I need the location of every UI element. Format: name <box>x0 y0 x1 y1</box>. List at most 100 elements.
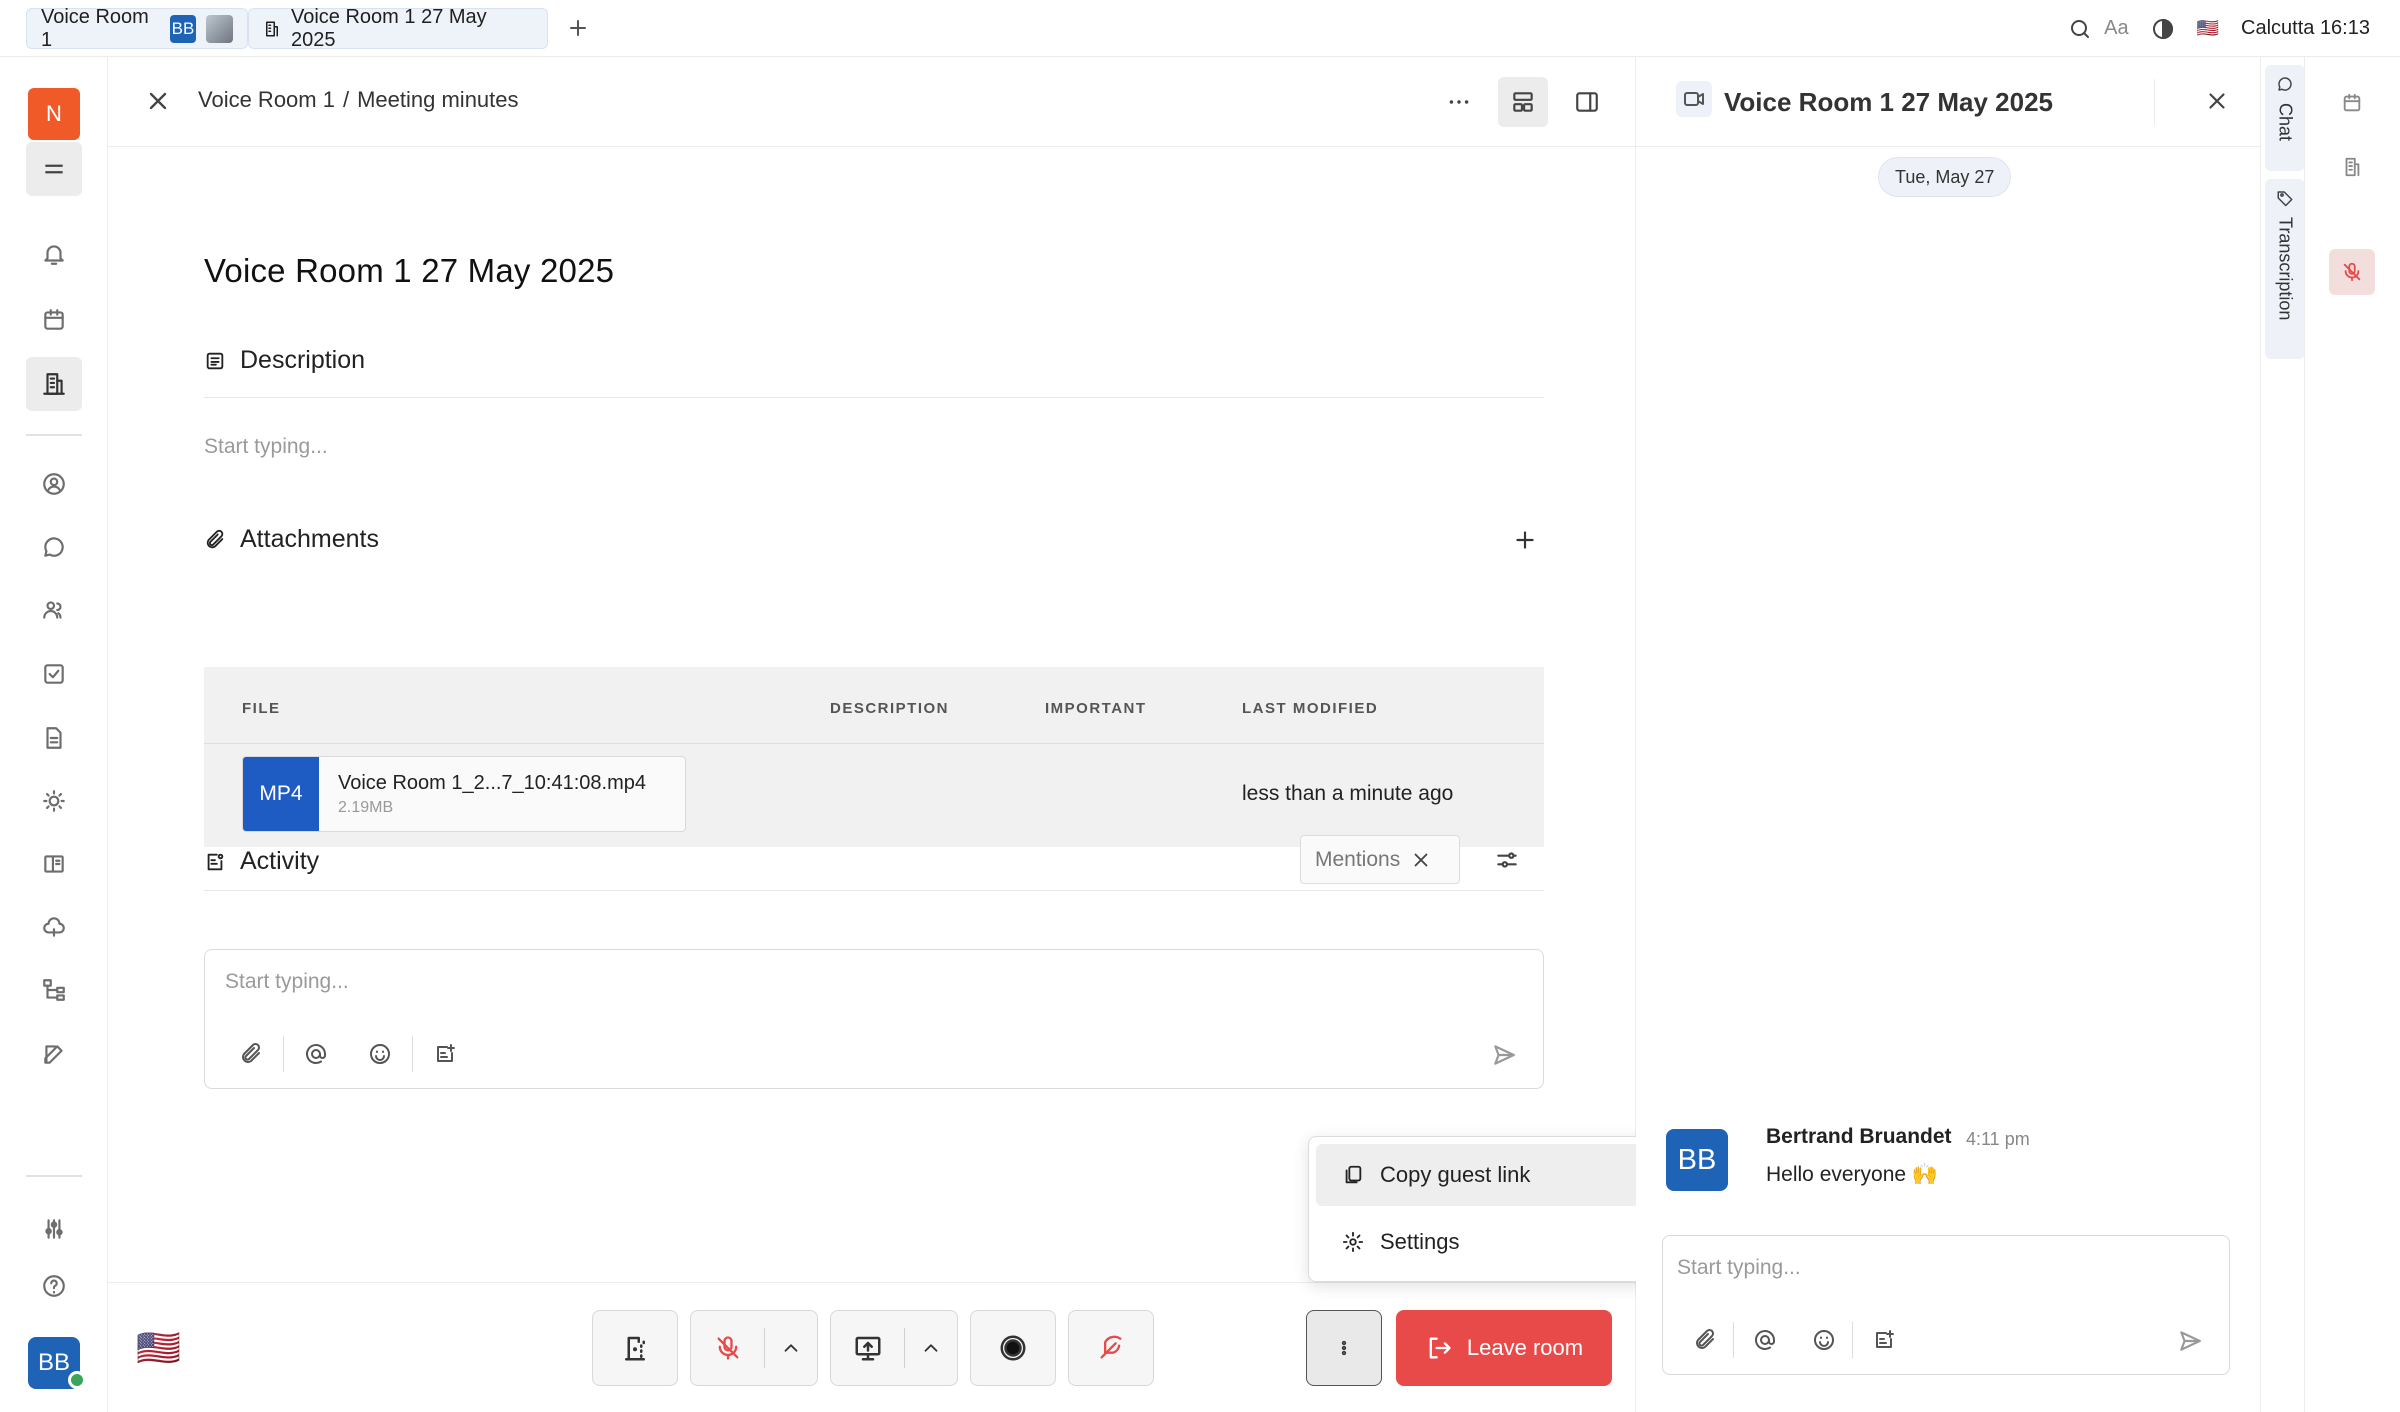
clock: 16:13 <box>2319 17 2370 39</box>
leave-room-button[interactable]: Leave room <box>1396 1310 1612 1386</box>
sun-icon[interactable] <box>26 774 82 828</box>
new-tab-plus-icon[interactable] <box>566 16 590 40</box>
tasks-checkbox-icon[interactable] <box>26 647 82 701</box>
copy-guest-link-menu-item[interactable]: Copy guest link <box>1316 1144 1678 1206</box>
tab-meeting-minutes[interactable]: Voice Room 1 27 May 2025 <box>248 6 548 51</box>
bell-icon[interactable] <box>26 227 82 281</box>
top-bar: Voice Room 1 BB Voice Room 1 27 May 2025… <box>0 0 2400 57</box>
more-options-icon[interactable] <box>1434 77 1484 127</box>
book-icon[interactable] <box>26 837 82 891</box>
screen-share-icon[interactable] <box>831 1311 904 1385</box>
close-icon[interactable] <box>144 87 172 115</box>
breadcrumb-separator: / <box>342 87 350 112</box>
avatar[interactable]: BB <box>1666 1129 1728 1191</box>
us-flag-icon[interactable]: 🇺🇸 <box>2197 18 2219 39</box>
mentions-filter-chip[interactable]: Mentions <box>1300 835 1460 884</box>
send-icon[interactable] <box>2177 1328 2203 1354</box>
message-time: 4:11 pm <box>1966 1129 2030 1149</box>
insert-item-icon[interactable] <box>413 1032 477 1076</box>
chat-panel: Voice Room 1 27 May 2025 Tue, May 27 BB … <box>1636 57 2260 1412</box>
column-header-file[interactable]: FILE <box>242 700 281 717</box>
message-author[interactable]: Bertrand Bruandet <box>1766 1125 1952 1149</box>
font-size-button[interactable]: Aa <box>2104 17 2128 40</box>
description-input[interactable]: Start typing... <box>204 435 328 459</box>
tab-voice-room[interactable]: Voice Room 1 BB <box>26 5 248 51</box>
breadcrumb-room[interactable]: Voice Room 1 <box>198 87 335 113</box>
side-panel-icon[interactable] <box>1562 77 1612 127</box>
attach-paperclip-icon[interactable] <box>219 1032 283 1076</box>
sidebar-divider <box>26 1175 82 1177</box>
attach-paperclip-icon[interactable] <box>1677 1318 1733 1362</box>
message-input[interactable]: Start typing... <box>225 970 349 994</box>
contrast-icon[interactable] <box>2151 17 2175 41</box>
chat-bubble-icon <box>2276 75 2294 93</box>
mention-at-icon[interactable] <box>1734 1318 1796 1362</box>
chat-composer[interactable]: Start typing... <box>1662 1235 2230 1375</box>
office-building-icon[interactable] <box>26 357 82 411</box>
record-icon[interactable] <box>970 1310 1056 1386</box>
copy-icon <box>1342 1164 1364 1186</box>
tab-label: Voice Room 1 <box>41 5 149 51</box>
chevron-up-icon[interactable] <box>905 1311 957 1385</box>
room-exit-door-icon[interactable] <box>592 1310 678 1386</box>
emoji-icon[interactable] <box>1796 1318 1852 1362</box>
tab-chat[interactable]: Chat <box>2265 65 2305 171</box>
settings-menu-item[interactable]: Settings <box>1316 1211 1678 1273</box>
tab-label: Chat <box>2275 103 2296 142</box>
leave-room-label: Leave room <box>1466 1335 1584 1360</box>
office-building-icon[interactable] <box>2329 144 2375 190</box>
edit-icon[interactable] <box>26 1027 82 1081</box>
feather-off-icon[interactable] <box>1068 1310 1154 1386</box>
remove-filter-close-icon[interactable] <box>1410 849 1432 871</box>
attachments-table: FILE DESCRIPTION IMPORTANT LAST MODIFIED… <box>204 667 1544 847</box>
layout-grid-icon[interactable] <box>1498 77 1548 127</box>
close-icon[interactable] <box>2204 88 2230 114</box>
calendar-icon[interactable] <box>26 293 82 347</box>
more-vertical-icon[interactable] <box>1306 1310 1382 1386</box>
chat-message-input[interactable]: Start typing... <box>1677 1256 1801 1280</box>
message-text: Hello everyone 🙌 <box>1766 1163 1939 1186</box>
filter-settings-icon[interactable] <box>1494 847 1520 873</box>
column-header-last-modified[interactable]: LAST MODIFIED <box>1242 700 1378 717</box>
search-icon[interactable] <box>2068 17 2092 41</box>
chat-header: Voice Room 1 27 May 2025 <box>1636 57 2260 147</box>
sliders-icon[interactable] <box>26 1202 82 1256</box>
contacts-icon[interactable] <box>26 457 82 511</box>
microphone-muted-icon[interactable] <box>691 1311 764 1385</box>
team-icon[interactable] <box>26 583 82 637</box>
paperclip-icon <box>204 529 226 551</box>
activity-icon <box>204 851 226 873</box>
tab-label: Transcription <box>2275 217 2296 321</box>
column-header-description[interactable]: DESCRIPTION <box>830 700 949 717</box>
workspace-badge[interactable]: N <box>28 88 80 140</box>
microphone-muted-icon[interactable] <box>2329 249 2375 295</box>
divider <box>204 743 1544 744</box>
building-icon <box>263 20 281 38</box>
calendar-icon[interactable] <box>2329 80 2375 126</box>
send-icon[interactable] <box>1491 1042 1517 1068</box>
call-controls-bar: 🇺🇸 Leave room <box>108 1282 1636 1412</box>
chevron-up-icon[interactable] <box>765 1311 817 1385</box>
avatar: BB <box>169 14 197 43</box>
top-right-controls: Aa 🇺🇸 Calcutta 16:13 <box>2068 0 2370 57</box>
us-flag-icon[interactable]: 🇺🇸 <box>136 1327 181 1369</box>
chat-bubble-icon[interactable] <box>26 520 82 574</box>
left-sidebar: N BB <box>0 57 108 1412</box>
description-section-heading: Description <box>204 346 365 375</box>
attachment-file-chip[interactable]: MP4 Voice Room 1_2...7_10:41:08.mp4 2.19… <box>242 756 686 832</box>
tab-transcription[interactable]: Transcription <box>2265 179 2305 359</box>
cloud-icon[interactable] <box>26 900 82 954</box>
date-separator: Tue, May 27 <box>1878 157 2012 197</box>
help-icon[interactable] <box>26 1259 82 1313</box>
activity-composer[interactable]: Start typing... <box>204 949 1544 1089</box>
emoji-icon[interactable] <box>348 1032 412 1076</box>
column-header-important[interactable]: IMPORTANT <box>1045 700 1147 717</box>
activity-heading: Activity <box>240 847 320 875</box>
breadcrumb: Voice Room 1 / Meeting minutes <box>198 87 519 113</box>
add-attachment-plus-icon[interactable] <box>1512 527 1538 553</box>
document-icon[interactable] <box>26 711 82 765</box>
insert-item-icon[interactable] <box>1853 1318 1915 1362</box>
mention-at-icon[interactable] <box>284 1032 348 1076</box>
menu-icon[interactable] <box>26 142 82 196</box>
hierarchy-icon[interactable] <box>26 963 82 1017</box>
